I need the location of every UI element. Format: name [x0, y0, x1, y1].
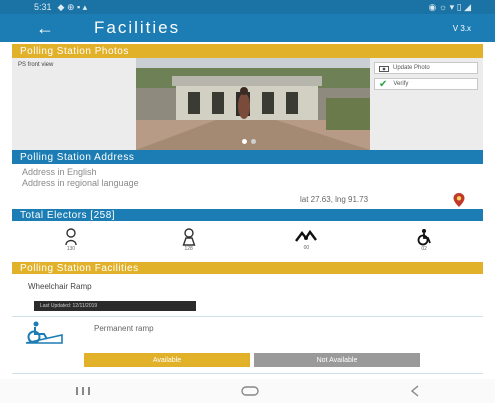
verify-label: Verify [393, 81, 409, 87]
check-icon: ✔ [379, 78, 388, 90]
system-nav-bar [0, 379, 495, 403]
female-voter-icon [182, 228, 196, 246]
status-right-icons: ◉ ☼ ▾ ▯ ◢ [428, 1, 472, 12]
address-section-header: Polling Station Address [12, 150, 483, 164]
facilities-section-title: Polling Station Facilities [20, 262, 139, 274]
camera-icon [379, 65, 389, 72]
female-electors: 128 [159, 228, 219, 252]
address-english: Address in English [22, 167, 97, 177]
not-available-label: Not Available [316, 356, 358, 364]
back-nav-icon[interactable] [410, 385, 420, 397]
status-time: 5:31 [34, 2, 52, 12]
polling-station-photo[interactable] [136, 58, 370, 150]
available-label: Available [152, 356, 182, 364]
electors-section-header: Total Electors [258] [12, 209, 483, 221]
male-voter-icon [65, 228, 77, 246]
wheelchair-ramp-icon [25, 321, 63, 344]
pwd-electors: 02 [394, 228, 454, 252]
update-photo-label: Update Photo [393, 65, 430, 71]
carousel-dots[interactable] [242, 139, 256, 144]
available-button[interactable]: Available [84, 353, 250, 367]
ramp-title: Wheelchair Ramp [28, 282, 92, 291]
facility-item-label: Permanent ramp [94, 324, 154, 333]
third-gender-count: 00 [303, 245, 310, 251]
page-title: Facilities [94, 18, 181, 37]
not-available-button[interactable]: Not Available [254, 353, 420, 367]
pwd-count: 02 [421, 246, 427, 252]
recent-apps-icon[interactable] [75, 386, 91, 396]
third-gender-icon [295, 229, 318, 242]
app-version: V 3.x [452, 23, 471, 33]
address-regional: Address in regional language [22, 178, 139, 188]
last-updated-tag: Last Updated: 12/11/2019 [34, 301, 196, 311]
home-icon[interactable] [241, 385, 260, 397]
address-section-title: Polling Station Address [20, 151, 135, 163]
photos-section-header: Polling Station Photos [12, 44, 483, 58]
status-indicators: ◆ ⊕ ▪ ▴ [57, 1, 88, 12]
map-pin-icon[interactable] [451, 192, 467, 208]
app-header: ← Facilities V 3.x [0, 14, 495, 42]
facilities-section-header: Polling Station Facilities [12, 262, 483, 274]
male-electors: 130 [41, 228, 101, 252]
ramp-facility-card: Permanent ramp Available Not Available [12, 316, 483, 374]
address-block: Address in English Address in regional l… [22, 167, 482, 209]
update-photo-button[interactable]: Update Photo [374, 62, 478, 74]
photos-section-title: Polling Station Photos [20, 45, 129, 57]
third-gender-electors: 00 [276, 229, 336, 251]
arrow-left-icon[interactable]: ← [36, 19, 54, 37]
building-photo-image [136, 58, 370, 150]
verify-button[interactable]: ✔ Verify [374, 78, 478, 90]
electors-section-title: Total Electors [258] [20, 209, 116, 221]
photo-label: PS front view [18, 62, 54, 68]
electors-row: 130 128 00 02 [12, 222, 483, 258]
male-count: 130 [66, 246, 76, 252]
status-bar: 5:31 ◆ ⊕ ▪ ▴ ◉ ☼ ▾ ▯ ◢ [0, 0, 495, 14]
female-count: 128 [184, 246, 193, 252]
coordinates-text: lat 27.63, lng 91.73 [300, 195, 369, 204]
pwd-voter-icon [417, 229, 431, 246]
facilities-screen: 5:31 ◆ ⊕ ▪ ▴ ◉ ☼ ▾ ▯ ◢ ← Facilities V 3.… [0, 0, 495, 403]
photo-panel: PS front view Update Photo ✔ Verify [12, 58, 483, 150]
